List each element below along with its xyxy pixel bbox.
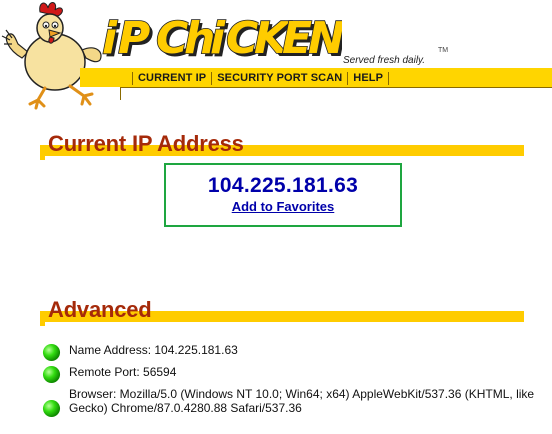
chicken-mascot-icon (1, 2, 102, 110)
nav-divider (388, 71, 390, 85)
nav-security-port-scan-link[interactable]: SECURITY PORT SCAN (217, 72, 342, 84)
current-ip-heading: Current IP Address (48, 131, 244, 156)
trademark: TM (438, 47, 449, 54)
nav-divider (132, 71, 133, 85)
green-status-dot-icon (42, 343, 61, 362)
advanced-heading: Advanced (48, 297, 152, 322)
logo-letter: i (102, 13, 118, 64)
nav-divider (347, 71, 349, 85)
nav-current-ip-link[interactable]: CURRENT IP (138, 72, 206, 84)
list-item-remote-port: Remote Port: 56594 (42, 365, 547, 384)
advanced-section-header: Advanced (40, 296, 524, 326)
logo-letter: N (308, 13, 342, 64)
remote-port-text: Remote Port: 56594 (69, 365, 177, 379)
name-address-text: Name Address: 104.225.181.63 (69, 343, 238, 357)
add-to-favorites-link[interactable]: Add to Favorites (232, 199, 335, 214)
logo-letter: i (210, 13, 226, 64)
browser-user-agent-text: Browser: Mozilla/5.0 (Windows NT 10.0; W… (69, 387, 535, 415)
list-item-name-address: Name Address: 104.225.181.63 (42, 343, 547, 362)
logo-letter: P (118, 13, 150, 64)
ipchicken-logo: iiPPCChhiiCCKKEENN (101, 12, 342, 66)
ip-address-value: 104.225.181.63 (207, 174, 359, 197)
ip-address-box: 104.225.181.63 Add to Favorites (164, 163, 402, 227)
nav-underline (120, 87, 552, 100)
nav-help-link[interactable]: HELP (353, 72, 383, 84)
green-status-dot-icon (42, 365, 61, 384)
nav-menu: CURRENT IP SECURITY PORT SCAN HELP (127, 70, 394, 86)
green-status-dot-icon (42, 399, 61, 418)
tagline: Served fresh daily. (343, 55, 426, 66)
nav-divider (211, 71, 213, 85)
advanced-info-list: Name Address: 104.225.181.63 Remote Port… (42, 343, 547, 423)
current-ip-section-header: Current IP Address (40, 130, 524, 160)
list-item-browser: Browser: Mozilla/5.0 (Windows NT 10.0; W… (42, 387, 547, 418)
